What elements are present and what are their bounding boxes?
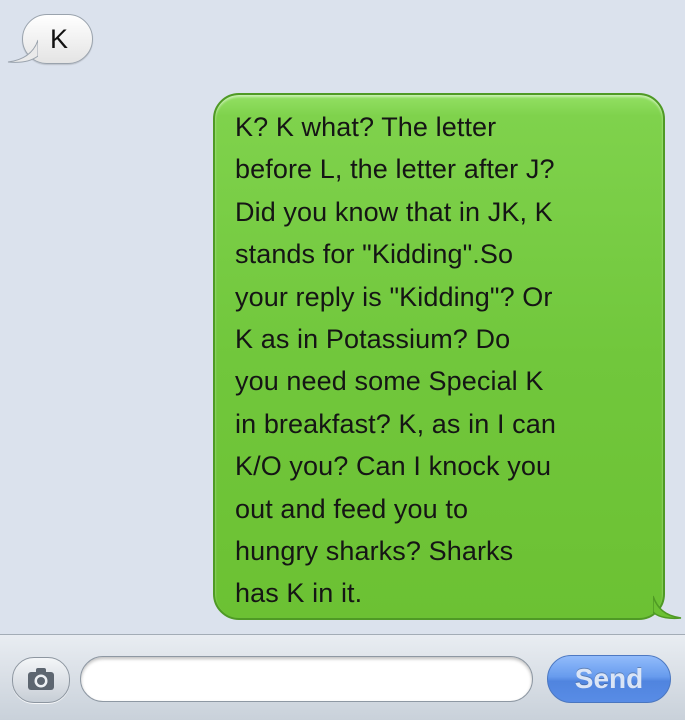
message-input[interactable] (80, 656, 533, 702)
sent-message-line: out and feed you to (235, 493, 469, 524)
send-button[interactable]: Send (547, 655, 671, 703)
sent-message-line: K/O you? Can I knock you (235, 451, 552, 482)
sent-message-line: K? K what? The letter (235, 112, 497, 142)
camera-icon (28, 668, 54, 690)
sent-message-bubble: K? K what? The letter before L, the lett… (213, 93, 682, 620)
message-thread: K K? K what? The letter before L, the le… (0, 0, 685, 634)
sent-message-line: hungry sharks? Sharks (235, 536, 514, 567)
received-bubble-tail (7, 39, 38, 63)
received-message-text: K (50, 24, 69, 54)
message-composer: Send (0, 634, 685, 720)
sent-message-line: in breakfast? K, as in I can (235, 408, 556, 439)
sent-message-line: before L, the letter after J? (235, 154, 555, 185)
camera-button[interactable] (12, 657, 70, 703)
sent-message-line: your reply is "Kidding"? Or (235, 281, 553, 312)
sent-message-line: stands for "Kidding".So (235, 239, 514, 270)
sent-bubble-tail (653, 595, 682, 620)
sent-message-line: Did you know that in JK, K (235, 196, 553, 227)
received-message-bubble: K (7, 14, 94, 64)
sent-message-line: you need some Special K (235, 366, 544, 397)
sent-message-line: has K in it. (235, 578, 363, 609)
sent-message-line: K as in Potassium? Do (235, 324, 511, 355)
